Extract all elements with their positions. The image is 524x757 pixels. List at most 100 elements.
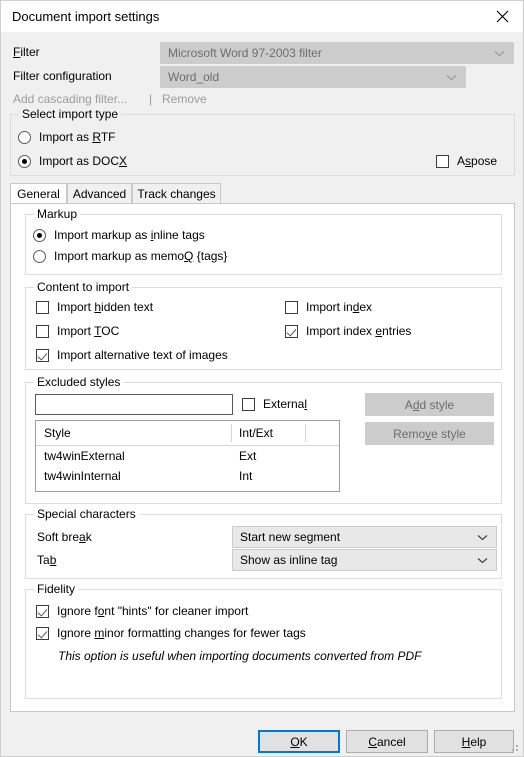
cell-int-ext: Int (239, 469, 253, 483)
radio-import-markup-inline-tags[interactable]: Import markup as inline tags (33, 228, 205, 242)
checkbox-icon (36, 300, 49, 314)
radio-import-as-rtf[interactable]: Import as RTF (18, 130, 115, 144)
soft-break-label: Soft break (37, 530, 92, 544)
excluded-styles-list[interactable]: Style Int/Ext tw4winExternal Ext tw4winI… (35, 420, 340, 492)
radio-icon (18, 130, 31, 144)
help-button[interactable]: Help (434, 730, 514, 753)
filter-label: Filter (13, 45, 40, 59)
checkbox-icon (285, 324, 298, 338)
checkbox-icon (436, 154, 449, 168)
ok-button[interactable]: OK (258, 730, 340, 753)
add-cascading-filter-link[interactable]: Add cascading filter... (13, 92, 127, 106)
checkbox-import-index[interactable]: Import index (285, 300, 372, 314)
tab-dropdown[interactable]: Show as inline tag (232, 549, 497, 571)
tab-label: Tab (37, 553, 57, 567)
resize-grip[interactable] (508, 741, 520, 753)
checkbox-ignore-minor-formatting[interactable]: Ignore minor formatting changes for fewe… (36, 626, 306, 640)
checkbox-import-hidden-text[interactable]: Import hidden text (36, 300, 153, 314)
excluded-styles-group: Excluded styles External Add style Remov… (25, 375, 502, 504)
chevron-down-icon (446, 67, 457, 87)
soft-break-dropdown-value: Start new segment (240, 530, 341, 544)
checkbox-icon (242, 397, 255, 411)
checkbox-aspose-label: Aspose (457, 154, 498, 168)
column-header-int-ext[interactable]: Int/Ext (231, 421, 305, 445)
radio-import-as-docx[interactable]: Import as DOCX (18, 154, 127, 168)
chevron-down-icon (477, 527, 488, 547)
chevron-down-icon (477, 550, 488, 570)
remove-style-button-label: Remove style (393, 426, 466, 441)
excluded-styles-input[interactable] (35, 394, 233, 415)
checkbox-import-alternative-text-of-images-label: Import alternative text of images (57, 348, 228, 362)
filter-configuration-dropdown[interactable]: Word_old (160, 66, 466, 88)
tab-advanced[interactable]: Advanced (67, 183, 132, 204)
checkbox-ignore-minor-formatting-label: Ignore minor formatting changes for fewe… (57, 626, 306, 640)
cell-int-ext: Ext (239, 449, 257, 463)
checkbox-import-toc[interactable]: Import TOC (36, 324, 119, 338)
column-divider (305, 424, 306, 442)
table-row[interactable]: tw4winInternal Int (36, 466, 339, 486)
table-row[interactable]: tw4winExternal Ext (36, 446, 339, 466)
checkbox-import-index-entries-label: Import index entries (306, 324, 412, 338)
checkbox-external[interactable]: External (242, 397, 307, 411)
radio-icon (18, 154, 31, 168)
chevron-down-icon (494, 43, 505, 63)
ok-button-label: OK (290, 734, 308, 749)
list-header-row: Style Int/Ext (36, 421, 339, 446)
tab-strip: General Advanced Track changes (10, 183, 515, 205)
filter-dropdown[interactable]: Microsoft Word 97-2003 filter (160, 42, 514, 64)
fidelity-note: This option is useful when importing doc… (58, 649, 422, 663)
remove-link[interactable]: Remove (162, 92, 207, 106)
add-style-button[interactable]: Add style (365, 393, 494, 416)
checkbox-import-toc-label: Import TOC (57, 324, 120, 338)
window-title: Document import settings (12, 9, 160, 24)
fidelity-group: Fidelity Ignore font "hints" for cleaner… (25, 582, 502, 699)
checkbox-import-index-label: Import index (306, 300, 373, 314)
select-import-type-legend: Select import type (19, 107, 122, 121)
checkbox-icon (285, 300, 298, 314)
special-characters-legend: Special characters (34, 507, 139, 521)
help-button-label: Help (461, 734, 487, 749)
checkbox-import-index-entries[interactable]: Import index entries (285, 324, 411, 338)
filter-configuration-label: Filter configuration (13, 69, 112, 83)
content-to-import-group: Content to import Import hidden text Imp… (25, 280, 502, 370)
remove-style-button[interactable]: Remove style (365, 422, 494, 445)
close-button[interactable] (480, 1, 523, 31)
content-to-import-legend: Content to import (34, 280, 133, 294)
radio-import-markup-memoq-tags[interactable]: Import markup as memoQ {tags} (33, 249, 227, 263)
checkbox-aspose[interactable]: Aspose (436, 154, 497, 168)
excluded-styles-legend: Excluded styles (34, 375, 124, 389)
radio-icon (33, 249, 46, 263)
link-separator: | (149, 92, 153, 106)
checkbox-ignore-font-hints[interactable]: Ignore font "hints" for cleaner import (36, 604, 248, 618)
markup-group: Markup Import markup as inline tags Impo… (25, 207, 502, 275)
checkbox-icon (36, 348, 49, 362)
radio-icon (33, 228, 46, 242)
radio-import-as-rtf-label: Import as RTF (39, 130, 116, 144)
checkbox-import-hidden-text-label: Import hidden text (57, 300, 154, 314)
cell-style: tw4winInternal (44, 469, 121, 483)
cancel-button-label: Cancel (368, 734, 406, 749)
cancel-button[interactable]: Cancel (346, 730, 428, 753)
soft-break-dropdown[interactable]: Start new segment (232, 526, 497, 548)
checkbox-external-label: External (263, 397, 308, 411)
document-import-settings-dialog: Document import settings Filter Microsof… (0, 0, 524, 757)
title-bar: Document import settings (1, 1, 523, 33)
add-style-button-label: Add style (404, 397, 455, 412)
checkbox-import-alternative-text-of-images[interactable]: Import alternative text of images (36, 348, 228, 362)
filter-configuration-value: Word_old (168, 70, 220, 84)
select-import-type-group: Select import type Import as RTF Import … (10, 107, 515, 176)
checkbox-icon (36, 626, 49, 640)
radio-import-markup-memoq-tags-label: Import markup as memoQ {tags} (54, 249, 228, 263)
checkbox-ignore-font-hints-label: Ignore font "hints" for cleaner import (57, 604, 249, 618)
radio-import-markup-inline-tags-label: Import markup as inline tags (54, 228, 205, 242)
tab-track-changes[interactable]: Track changes (132, 183, 221, 204)
special-characters-group: Special characters Soft break Start new … (25, 507, 502, 579)
checkbox-icon (36, 604, 49, 618)
close-icon (496, 10, 509, 23)
markup-legend: Markup (34, 207, 81, 221)
cell-style: tw4winExternal (44, 449, 125, 463)
tab-panel-general: Markup Import markup as inline tags Impo… (10, 203, 515, 712)
tab-dropdown-value: Show as inline tag (240, 553, 338, 567)
column-header-style[interactable]: Style (36, 421, 231, 445)
tab-general[interactable]: General (10, 183, 67, 205)
